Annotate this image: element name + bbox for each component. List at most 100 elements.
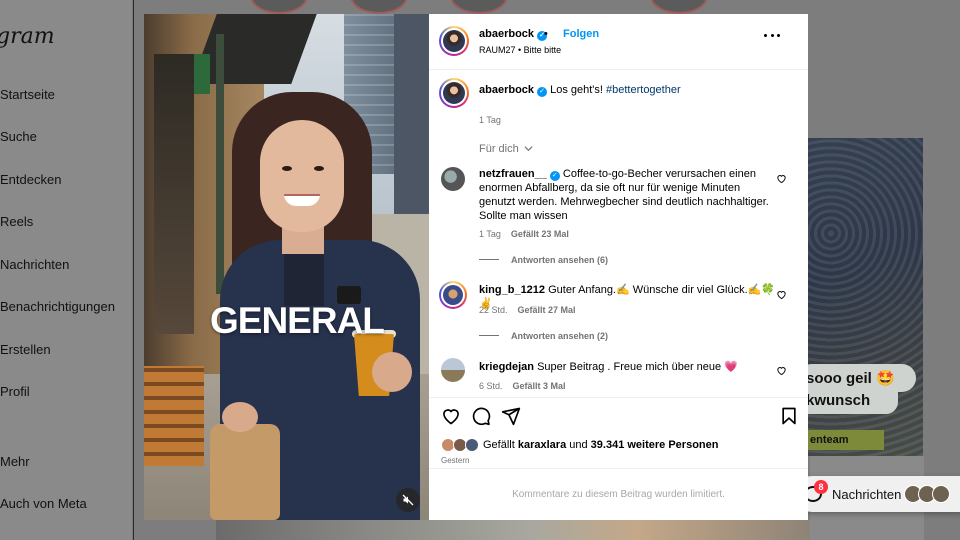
messages-bar[interactable]: 8 Nachrichten (794, 476, 960, 512)
author-name[interactable]: abaerbock (479, 28, 534, 40)
view-replies-label: Antworten ansehen (6) (511, 255, 609, 265)
video-person (372, 352, 412, 392)
explore-tile[interactable]: sooo geil 🤩 kwunsch enteam (808, 138, 923, 456)
location-link[interactable]: RAUM27 (479, 45, 516, 55)
sidebar-item-messages[interactable]: Nachrichten (0, 257, 69, 272)
video-person (222, 402, 258, 432)
caption-text: Los geht's! (550, 84, 603, 96)
comment: netzfrauen__ ✓ Coffee-to-go-Becher verurs… (479, 167, 779, 223)
follow-button[interactable]: Folgen (563, 28, 599, 40)
likes-summary[interactable]: Gefällt karaxlara und 39.341 weitere Per… (483, 439, 718, 451)
avatar (441, 283, 465, 307)
sidebar-item-reels[interactable]: Reels (0, 214, 33, 229)
tile-caption: sooo geil 🤩 (808, 364, 916, 392)
post-header: abaerbock ✓ • Folgen RAUM27 • Bitte bitte (429, 14, 808, 70)
comment-like-icon[interactable] (776, 365, 787, 376)
likes-count[interactable]: 39.341 weitere Personen (591, 439, 719, 451)
likes-connector: und (569, 439, 588, 451)
video-scene (194, 54, 210, 94)
muted-speaker-icon (402, 494, 414, 506)
liker-avatar (465, 438, 479, 452)
share-icon[interactable] (501, 406, 521, 426)
post-modal: GENERAL abaerbock ✓ • Folgen RAUM27 • Bit… (144, 14, 808, 520)
comment-text: Super Beitrag . Freue mich über neue 💗 (537, 361, 738, 373)
comment-username[interactable]: netzfrauen__ (479, 168, 547, 180)
view-replies-button[interactable]: Antworten ansehen (2) (479, 331, 608, 341)
commenter-avatar[interactable] (441, 167, 465, 191)
sidebar-item-notifications[interactable]: Benachrichtigungen (0, 299, 115, 314)
comment-meta: 1 Tag Gefällt 23 Mal (479, 229, 569, 239)
comments-limited-notice: Kommentare zu diesem Beitrag wurden limi… (429, 468, 808, 520)
video-scene (144, 366, 204, 466)
comment: kriegdejan Super Beitrag . Freue mich üb… (479, 360, 779, 374)
comment-username[interactable]: kriegdejan (479, 361, 534, 373)
comment-meta: 6 Std. Gefällt 3 Mal (479, 381, 566, 391)
commenter-avatar[interactable] (439, 281, 467, 309)
verified-badge-icon: ✓ (549, 171, 560, 181)
caption-time: 1 Tag (479, 115, 501, 125)
avatar (441, 28, 467, 54)
comment-sort-dropdown[interactable]: Für dich (479, 143, 533, 155)
comment-like-icon[interactable] (776, 289, 787, 300)
bookmark-icon[interactable] (779, 406, 799, 426)
video-person (210, 424, 280, 520)
comment-sort-label: Für dich (479, 143, 519, 155)
avatar (443, 285, 463, 305)
comment-likes[interactable]: Gefällt 3 Mal (513, 381, 566, 391)
comment-meta: 22 Std. Gefällt 27 Mal (479, 305, 576, 315)
heart-icon[interactable] (441, 406, 461, 426)
video-scene (154, 54, 194, 334)
avatar (443, 82, 465, 104)
sidebar-item-profile[interactable]: Profil (0, 384, 30, 399)
liker-username[interactable]: karaxlara (518, 439, 566, 451)
likes-prefix: Gefällt (483, 439, 515, 451)
comment-likes[interactable]: Gefällt 23 Mal (511, 229, 569, 239)
comment-like-icon[interactable] (776, 173, 787, 184)
caption: abaerbock ✓ Los geht's! #bettertogether (479, 83, 779, 97)
post-panel: abaerbock ✓ • Folgen RAUM27 • Bitte bitte… (429, 14, 808, 520)
video-person (314, 166, 324, 171)
video-scene (394, 14, 429, 214)
comment-time: 6 Std. (479, 381, 503, 391)
sidebar-item-create[interactable]: Erstellen (0, 342, 51, 357)
video-person (260, 120, 344, 232)
comment-time: 1 Tag (479, 229, 501, 239)
comments-list[interactable]: abaerbock ✓ Los geht's! #bettertogether 1… (429, 71, 808, 397)
author-username[interactable]: abaerbock ✓ (479, 28, 548, 41)
sidebar-item-more[interactable]: Mehr (0, 454, 30, 469)
view-replies-button[interactable]: Antworten ansehen (6) (479, 255, 608, 265)
sidebar-item-home[interactable]: Startseite (0, 87, 55, 102)
sidebar-item-explore[interactable]: Entdecken (0, 172, 61, 187)
messages-badge: 8 (814, 480, 828, 494)
avatar (441, 80, 467, 106)
tile-banner: enteam (808, 430, 884, 450)
sidebar-item-search[interactable]: Suche (0, 129, 37, 144)
comment-likes[interactable]: Gefällt 27 Mal (518, 305, 576, 315)
comment-icon[interactable] (471, 406, 491, 426)
post-subtitle: RAUM27 • Bitte bitte (479, 45, 562, 55)
separator-dot: • (544, 28, 548, 40)
post-actions: Gefällt karaxlara und 39.341 weitere Per… (429, 397, 808, 467)
tile-caption: kwunsch (808, 390, 898, 414)
chevron-down-icon (524, 146, 533, 152)
mute-button[interactable] (396, 488, 420, 512)
post-video[interactable]: GENERAL (144, 14, 429, 520)
verified-badge-icon: ✓ (537, 87, 548, 97)
video-text-overlay: GENERAL (210, 300, 385, 341)
comment-time: 22 Std. (479, 305, 508, 315)
caption-username[interactable]: abaerbock (479, 84, 534, 96)
commenter-avatar[interactable] (441, 358, 465, 382)
more-options-icon[interactable] (764, 34, 780, 40)
video-scene (216, 34, 224, 294)
audio-link[interactable]: Bitte bitte (524, 45, 562, 55)
messages-label: Nachrichten (832, 487, 902, 502)
avatar (932, 485, 950, 503)
sidebar-item-also-from-meta[interactable]: Auch von Meta (0, 496, 87, 511)
caption-hashtag[interactable]: #bettertogether (606, 84, 681, 96)
view-replies-label: Antworten ansehen (2) (511, 331, 609, 341)
instagram-logo[interactable]: gram (0, 24, 55, 49)
comment-username[interactable]: king_b_1212 (479, 284, 545, 296)
sidebar: gram Startseite Suche Entdecken Reels Na… (0, 0, 133, 540)
author-avatar[interactable] (439, 26, 469, 56)
author-avatar[interactable] (439, 78, 469, 108)
